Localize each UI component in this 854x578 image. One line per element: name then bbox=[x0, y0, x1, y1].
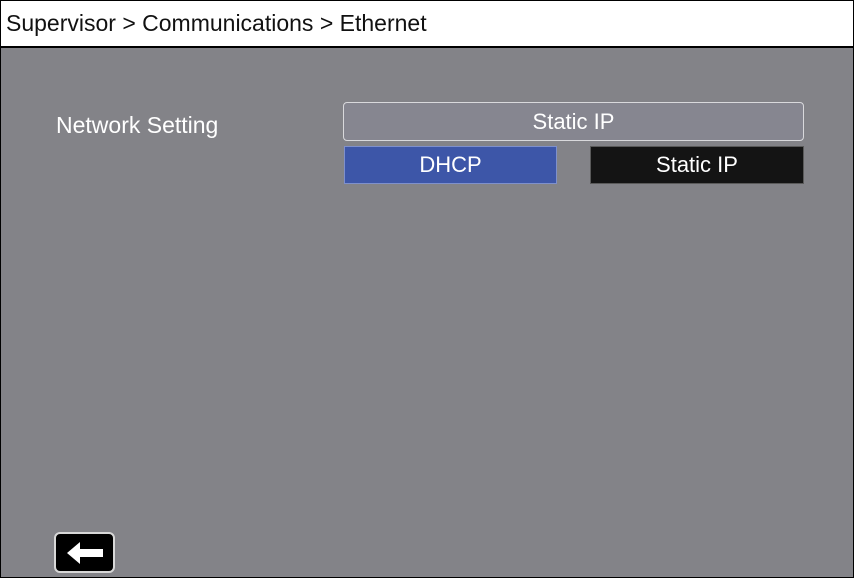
left-arrow-icon bbox=[66, 541, 103, 564]
title-bar: Supervisor > Communications > Ethernet bbox=[1, 1, 853, 48]
network-setting-value-field[interactable]: Static IP bbox=[343, 102, 804, 141]
dhcp-option-label: DHCP bbox=[419, 152, 482, 177]
back-button[interactable] bbox=[54, 532, 115, 573]
breadcrumb: Supervisor > Communications > Ethernet bbox=[6, 10, 427, 36]
network-setting-value: Static IP bbox=[532, 108, 615, 134]
static-ip-option-button[interactable]: Static IP bbox=[590, 146, 804, 184]
static-ip-option-label: Static IP bbox=[656, 152, 738, 177]
dhcp-option-button[interactable]: DHCP bbox=[344, 146, 557, 184]
network-setting-label: Network Setting bbox=[56, 112, 219, 138]
screen-frame: Supervisor > Communications > Ethernet N… bbox=[0, 0, 854, 578]
